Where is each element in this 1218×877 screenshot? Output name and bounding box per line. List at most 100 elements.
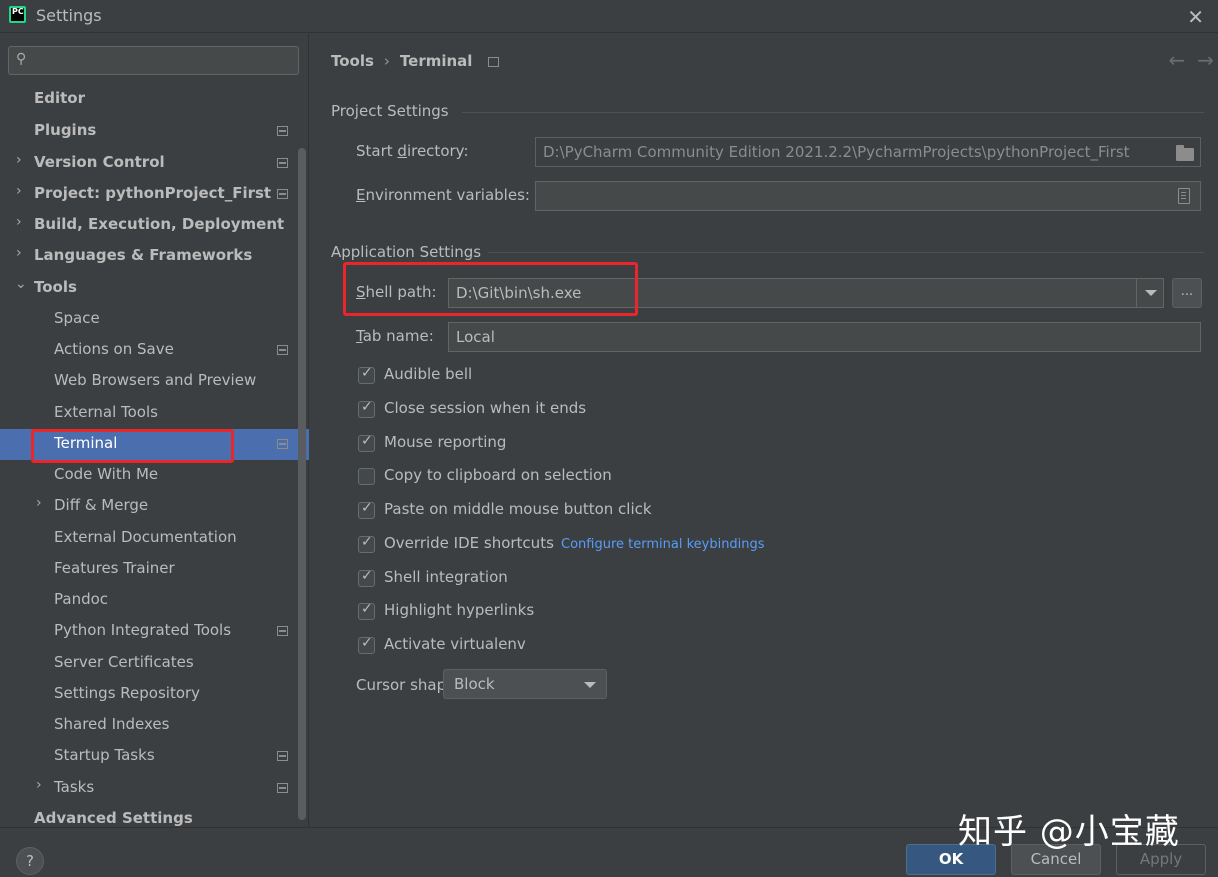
sidebar-item-label: Server Certificates	[54, 653, 194, 671]
sidebar-item-external-tools[interactable]: External Tools	[0, 398, 309, 429]
breadcrumb-parent[interactable]: Tools	[331, 52, 374, 70]
environment-variables-label: Environment variables:	[356, 186, 530, 204]
sidebar-item-version-control[interactable]: › Version Control	[0, 148, 309, 179]
sidebar-item-label: External Documentation	[54, 528, 237, 546]
settings-content: Tools › Terminal ← → Project Settings Start…	[310, 34, 1218, 827]
sidebar-item-label: Settings Repository	[54, 684, 201, 702]
checkbox-box[interactable]: ✓	[358, 568, 375, 587]
sidebar-item-build[interactable]: › Build, Execution, Deployment	[0, 210, 309, 241]
start-directory-field[interactable]: D:\PyCharm Community Edition 2021.2.2\Py…	[535, 137, 1201, 167]
sidebar-item-space[interactable]: Space	[0, 304, 309, 335]
checkmark-icon: ✓	[361, 635, 373, 651]
section-divider	[488, 252, 1204, 253]
chevron-down-icon[interactable]	[1136, 278, 1164, 308]
sidebar-item-code-with-me[interactable]: Code With Me	[0, 460, 309, 491]
forward-arrow-icon[interactable]: →	[1197, 48, 1214, 72]
checkbox-box[interactable]: ✓	[358, 635, 375, 654]
chevron-right-icon[interactable]: ›	[16, 214, 22, 230]
browse-button[interactable]: ...	[1172, 278, 1202, 308]
sidebar-item-tasks[interactable]: › Tasks	[0, 773, 309, 804]
sidebar-item-label: Space	[54, 309, 100, 327]
sidebar-item-project[interactable]: › Project: pythonProject_First	[0, 179, 309, 210]
project-level-icon	[277, 345, 288, 355]
sidebar-item-label: Actions on Save	[54, 340, 174, 358]
sidebar-item-features-trainer[interactable]: Features Trainer	[0, 554, 309, 585]
project-level-icon	[277, 189, 288, 199]
checkbox-label: Copy to clipboard on selection	[384, 466, 612, 484]
tab-name-field[interactable]: Local	[448, 322, 1201, 352]
sidebar-item-external-documentation[interactable]: External Documentation	[0, 523, 309, 554]
project-level-icon	[277, 126, 288, 136]
label-part: ab name:	[362, 327, 434, 345]
sidebar-item-label: Build, Execution, Deployment	[34, 215, 285, 233]
sidebar-item-label: Python Integrated Tools	[54, 621, 232, 639]
checkbox-box[interactable]: ✓	[358, 534, 375, 553]
checkmark-icon: ✓	[361, 601, 373, 617]
checkbox-box[interactable]: ✓	[358, 365, 375, 384]
tab-name-label: Tab name:	[356, 327, 434, 345]
sidebar-item-tools[interactable]: ⌄ Tools	[0, 273, 309, 304]
sidebar-item-startup-tasks[interactable]: Startup Tasks	[0, 741, 309, 772]
document-icon[interactable]	[1178, 188, 1190, 204]
sidebar-scrollbar[interactable]	[298, 148, 306, 820]
sidebar-item-label: Code With Me	[54, 465, 159, 483]
label-mnemonic: T	[356, 327, 363, 345]
checkmark-icon: ✓	[361, 365, 373, 381]
checkbox-box[interactable]: ✓	[358, 433, 375, 452]
help-button[interactable]: ?	[16, 847, 44, 875]
checkbox-box[interactable]	[358, 468, 375, 485]
cursor-shape-select[interactable]: Block	[443, 669, 607, 699]
sidebar-item-label: Advanced Settings	[34, 809, 193, 827]
sidebar-item-advanced-settings[interactable]: Advanced Settings	[0, 804, 309, 827]
project-settings-title: Project Settings	[331, 102, 449, 120]
sidebar-item-server-certificates[interactable]: Server Certificates	[0, 648, 309, 679]
checkmark-icon: ✓	[361, 500, 373, 516]
checkmark-icon: ✓	[361, 568, 373, 584]
environment-variables-field[interactable]	[535, 181, 1201, 211]
section-divider	[462, 112, 1204, 113]
sidebar-item-label: Tasks	[54, 778, 95, 796]
sidebar-item-shared-indexes[interactable]: Shared Indexes	[0, 710, 309, 741]
back-arrow-icon[interactable]: ←	[1168, 48, 1185, 72]
checkbox-label: Highlight hyperlinks	[384, 601, 535, 619]
checkbox-box[interactable]: ✓	[358, 500, 375, 519]
sidebar-item-label: Languages & Frameworks	[34, 246, 253, 264]
checkbox-box[interactable]: ✓	[358, 399, 375, 418]
terminal-highlight-box	[31, 429, 234, 463]
checkbox-label: Activate virtualenv	[384, 635, 526, 653]
start-directory-label: Start directory:	[356, 142, 469, 160]
chevron-right-icon[interactable]: ›	[16, 183, 22, 199]
window-title: Settings	[36, 6, 102, 25]
sidebar-item-settings-repository[interactable]: Settings Repository	[0, 679, 309, 710]
breadcrumb: Tools › Terminal	[331, 52, 500, 70]
label-mnemonic: d	[397, 142, 407, 160]
cursor-shape-value: Block	[454, 675, 495, 693]
sidebar-item-diff-merge[interactable]: › Diff & Merge	[0, 491, 309, 522]
navigation-arrows: ← →	[1156, 48, 1214, 72]
checkbox-label: Audible bell	[384, 365, 473, 383]
sidebar-item-actions-on-save[interactable]: Actions on Save	[0, 335, 309, 366]
sidebar-item-label: Web Browsers and Preview	[54, 371, 257, 389]
breadcrumb-current: Terminal	[399, 52, 473, 70]
search-box[interactable]: ⚲	[8, 46, 299, 75]
folder-icon[interactable]	[1176, 145, 1194, 161]
chevron-right-icon[interactable]: ›	[36, 495, 42, 511]
chevron-right-icon[interactable]: ›	[16, 245, 22, 261]
title-bar: PC Settings ✕	[0, 0, 1218, 33]
sidebar-item-label: Plugins	[34, 121, 97, 139]
sidebar-item-pandoc[interactable]: Pandoc	[0, 585, 309, 616]
sidebar-item-web-browsers[interactable]: Web Browsers and Preview	[0, 366, 309, 397]
search-input[interactable]	[39, 50, 289, 72]
search-icon: ⚲	[16, 51, 27, 67]
sidebar-item-editor[interactable]: Editor	[0, 84, 309, 115]
configure-keybindings-link[interactable]: Configure terminal keybindings	[561, 537, 765, 552]
chevron-down-icon[interactable]: ⌄	[15, 276, 27, 292]
checkbox-label: Shell integration	[384, 568, 508, 586]
chevron-right-icon[interactable]: ›	[36, 777, 42, 793]
close-icon[interactable]: ✕	[1187, 5, 1204, 29]
chevron-right-icon[interactable]: ›	[16, 152, 22, 168]
checkbox-box[interactable]: ✓	[358, 601, 375, 620]
sidebar-item-plugins[interactable]: Plugins	[0, 116, 309, 147]
sidebar-item-languages[interactable]: › Languages & Frameworks	[0, 241, 309, 272]
sidebar-item-python-integrated-tools[interactable]: Python Integrated Tools	[0, 616, 309, 647]
